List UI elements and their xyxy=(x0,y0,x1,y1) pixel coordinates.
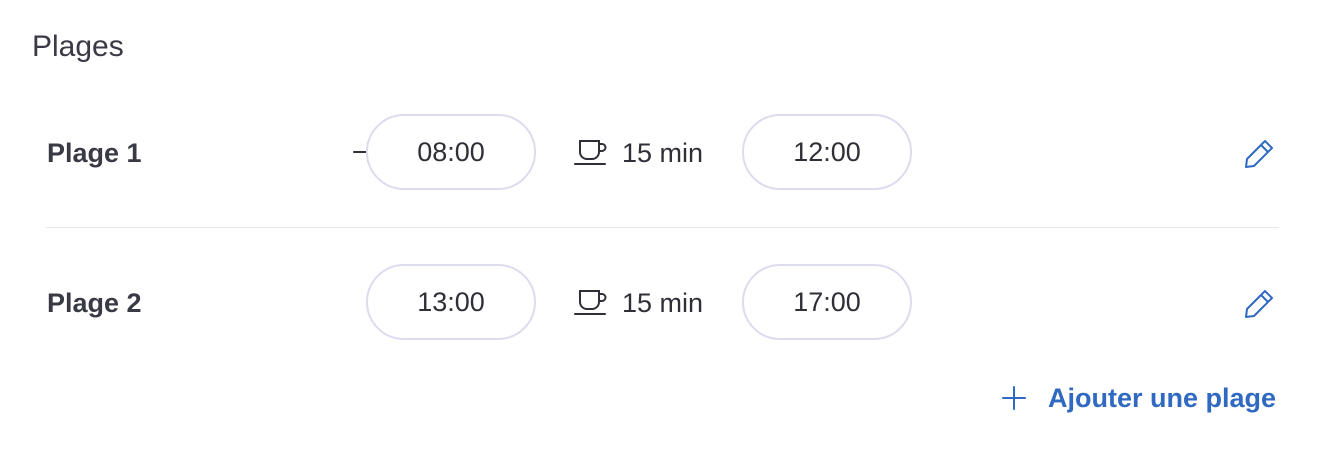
break-duration: 15 min xyxy=(572,285,703,321)
break-duration-text: 15 min xyxy=(622,287,704,318)
section-title: Plages xyxy=(32,30,124,63)
start-time-button[interactable]: 13:00 xyxy=(366,264,536,340)
break-duration-text: 15 min xyxy=(622,137,704,168)
range-label: Plage 2 xyxy=(47,288,142,318)
end-time-button[interactable]: 12:00 xyxy=(742,114,912,190)
range-row: Plage 1 08:00 15 min 12:00 xyxy=(46,113,1279,193)
row-divider xyxy=(46,227,1279,228)
plus-icon xyxy=(1002,386,1026,410)
coffee-cup-icon xyxy=(574,290,607,315)
range-label: Plage 1 xyxy=(47,138,142,168)
add-range-label: Ajouter une plage xyxy=(1048,382,1277,413)
break-duration: 15 min xyxy=(572,135,703,171)
add-range-button[interactable]: Ajouter une plage xyxy=(1000,378,1276,418)
pencil-icon[interactable] xyxy=(1242,287,1276,321)
end-time-button[interactable]: 17:00 xyxy=(742,264,912,340)
coffee-cup-icon xyxy=(574,140,607,165)
start-time-button[interactable]: 08:00 xyxy=(366,114,536,190)
pencil-icon[interactable] xyxy=(1242,137,1276,171)
range-row: Plage 2 13:00 15 min 17:00 xyxy=(46,263,1279,343)
